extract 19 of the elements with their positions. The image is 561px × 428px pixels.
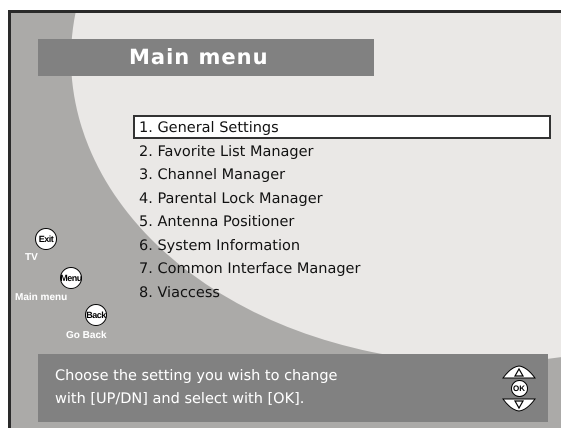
menu-item[interactable]: 3. Channel Manager — [133, 162, 551, 186]
key-label: Main menu — [15, 292, 68, 303]
menu-item[interactable]: 2. Favorite List Manager — [133, 138, 551, 162]
menu-item[interactable]: 5. Antenna Positioner — [133, 209, 551, 232]
menu-item[interactable]: 1. General Settings — [133, 115, 551, 138]
ok-key: OK — [510, 380, 528, 396]
hint-text: with [UP/DN] and select with [OK]. — [55, 390, 306, 409]
remote-key: Exit — [35, 228, 57, 250]
remote-key: Back — [85, 304, 107, 326]
key-label: Go Back — [66, 330, 107, 341]
menu-title: Main menu — [38, 39, 374, 76]
menu-item[interactable]: 4. Parental Lock Manager — [133, 186, 551, 209]
key-label: TV — [25, 252, 38, 263]
menu-item[interactable]: 7. Common Interface Manager — [133, 256, 551, 280]
hint-text: Choose the setting you wish to change — [55, 366, 338, 386]
up-arrow-icon — [502, 364, 536, 378]
menu-item[interactable]: 8. Viaccess — [133, 280, 551, 303]
down-arrow-icon — [502, 398, 536, 412]
menu-item[interactable]: 6. System Information — [133, 232, 551, 256]
